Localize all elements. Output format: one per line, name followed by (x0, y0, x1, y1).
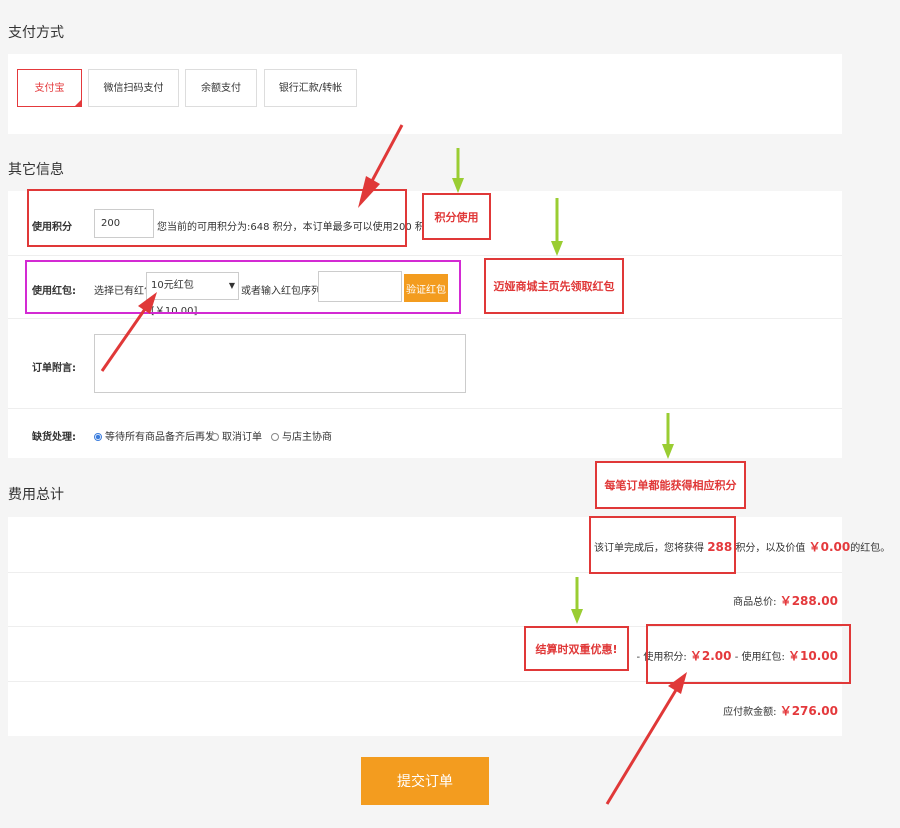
divider (8, 408, 842, 409)
pay-method-bank-transfer[interactable]: 银行汇款/转帐 (264, 69, 357, 107)
other-section-title: 其它信息 (8, 162, 64, 178)
pay-method-wechat[interactable]: 微信扫码支付 (88, 69, 179, 107)
goods-total-label: 商品总价: (733, 597, 777, 608)
divider (8, 255, 842, 256)
selected-corner-icon (74, 99, 82, 107)
earn-suffix: 的红包。 (850, 543, 891, 554)
earn-highlight-box (589, 516, 736, 574)
radio-icon (271, 433, 279, 441)
goods-total-value: ￥288.00 (779, 594, 838, 608)
payable-line: 应付款金额: ￥276.00 (723, 702, 838, 719)
pay-method-label: 微信扫码支付 (103, 83, 164, 94)
pay-method-label: 银行汇款/转帐 (278, 83, 343, 94)
message-label: 订单附言: (32, 363, 76, 374)
radio-checked-icon (94, 433, 102, 441)
earn-value: ￥0.00 (808, 540, 851, 554)
fees-section-title: 费用总计 (8, 487, 64, 503)
shortage-option-label: 等待所有商品备齐后再发 (105, 432, 215, 443)
points-highlight-box (27, 189, 407, 247)
shortage-option-cancel[interactable]: 取消订单 (211, 428, 262, 443)
divider (8, 318, 842, 319)
shortage-label: 缺货处理: (32, 432, 76, 443)
submit-order-button[interactable]: 提交订单 (361, 757, 489, 805)
radio-icon (211, 433, 219, 441)
pay-method-label: 支付宝 (34, 83, 65, 94)
callout-earn-hint: 每笔订单都能获得相应积分 (595, 461, 746, 509)
payable-value: ￥276.00 (779, 704, 838, 718)
message-textarea[interactable] (94, 334, 466, 393)
shortage-option-label: 与店主协商 (282, 432, 332, 443)
shortage-option-label: 取消订单 (222, 432, 262, 443)
shortage-option-negotiate[interactable]: 与店主协商 (271, 428, 332, 443)
redpack-highlight-box (25, 260, 461, 314)
payable-label: 应付款金额: (723, 707, 777, 718)
callout-redpack-hint: 迈娅商城主页先领取红包 (484, 258, 624, 314)
discount-highlight-box (646, 624, 851, 684)
pay-method-label: 余额支付 (201, 83, 241, 94)
callout-double-discount: 结算时双重优惠! (524, 626, 629, 671)
goods-total-line: 商品总价: ￥288.00 (733, 592, 838, 609)
payment-section-title: 支付方式 (8, 25, 64, 41)
callout-points-use: 积分使用 (422, 193, 491, 240)
pay-method-alipay[interactable]: 支付宝 (17, 69, 82, 107)
pay-method-balance[interactable]: 余额支付 (185, 69, 257, 107)
shortage-option-wait[interactable]: 等待所有商品备齐后再发 (94, 428, 215, 443)
earn-mid: 积分，以及价值 (735, 543, 806, 554)
